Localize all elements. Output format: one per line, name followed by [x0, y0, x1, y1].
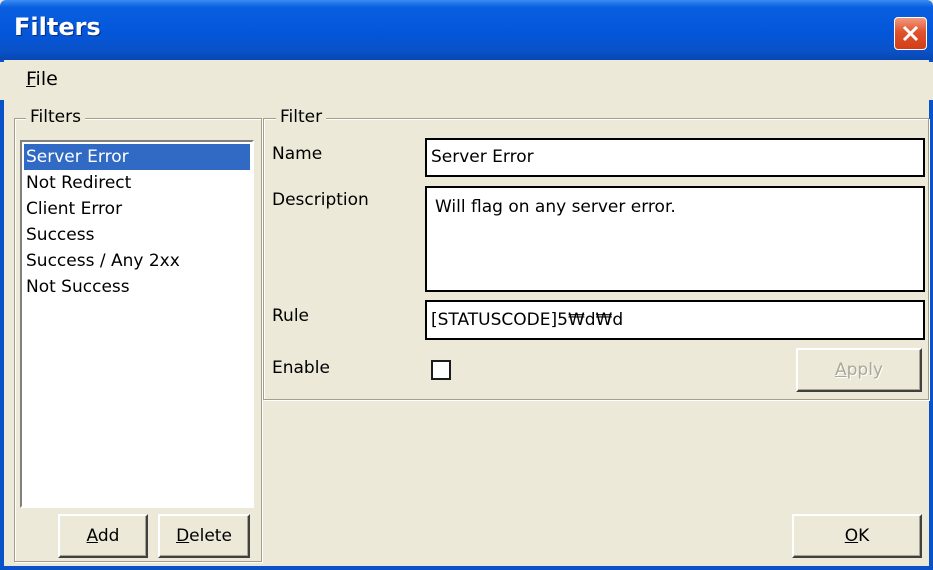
list-item[interactable]: Success: [24, 222, 94, 248]
window-border-right: [929, 60, 933, 570]
window-title: Filters: [14, 13, 101, 41]
list-item[interactable]: Client Error: [24, 196, 122, 222]
filters-group-label: Filters: [26, 107, 85, 127]
close-button[interactable]: [894, 17, 927, 50]
rule-label: Rule: [272, 306, 310, 326]
enable-label: Enable: [272, 358, 330, 378]
title-bar[interactable]: Filters: [0, 0, 933, 60]
delete-label: elete: [189, 526, 232, 546]
menu-file-mnemonic: F: [26, 68, 36, 90]
ok-label: K: [858, 526, 870, 546]
name-field[interactable]: Server Error: [425, 138, 925, 177]
add-mnemonic: A: [86, 526, 98, 546]
window-border-left: [0, 60, 4, 570]
menu-bar: File: [0, 62, 933, 100]
name-label: Name: [272, 144, 323, 164]
delete-mnemonic: D: [176, 526, 190, 546]
filters-list[interactable]: Server Error Not Redirect Client Error S…: [20, 140, 254, 508]
ok-mnemonic: O: [844, 526, 859, 546]
description-field[interactable]: Will flag on any server error.: [425, 186, 925, 292]
ok-button[interactable]: OK: [792, 514, 922, 558]
add-button[interactable]: Add: [58, 514, 148, 558]
rule-field[interactable]: [STATUSCODE]5₩d₩d: [425, 300, 925, 340]
apply-button[interactable]: Apply: [796, 348, 922, 392]
description-label: Description: [272, 190, 369, 210]
list-item[interactable]: Success / Any 2xx: [24, 248, 180, 274]
apply-mnemonic: A: [834, 360, 847, 380]
menu-file[interactable]: File: [26, 68, 58, 90]
filters-dialog: Filters File Filters Server Error Not Re…: [0, 0, 933, 570]
enable-checkbox[interactable]: [431, 360, 451, 380]
close-icon: [902, 25, 919, 42]
add-label: dd: [97, 526, 120, 546]
menu-file-label: ile: [35, 68, 58, 90]
delete-button[interactable]: Delete: [158, 514, 250, 558]
list-item[interactable]: Not Redirect: [24, 170, 131, 196]
list-item[interactable]: Not Success: [24, 274, 130, 300]
window-border-bottom: [0, 566, 933, 570]
apply-label: pply: [846, 360, 883, 380]
filter-group-label: Filter: [276, 107, 327, 127]
list-item[interactable]: Server Error: [24, 144, 250, 170]
